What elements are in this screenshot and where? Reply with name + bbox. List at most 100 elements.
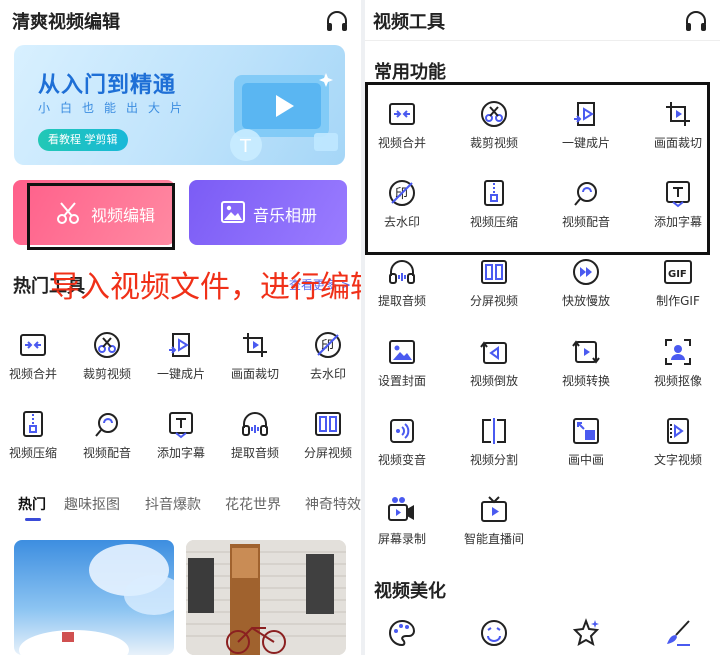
one-click-icon: [169, 333, 190, 357]
watermark-icon: 印: [315, 332, 341, 358]
voice-change-icon: [390, 419, 414, 443]
tool-label: 智能直播间: [463, 532, 524, 546]
text-video-icon: [667, 418, 689, 444]
hot-tool-scissors[interactable]: 裁剪视频: [67, 330, 147, 382]
hot-tool-merge[interactable]: 视频合并: [0, 330, 73, 382]
app-title: 清爽视频编辑: [12, 12, 120, 33]
left-top-bar: 清爽视频编辑: [0, 0, 361, 40]
tool-label: 视频转换: [561, 374, 610, 388]
tab-douyin-hits[interactable]: 抖音爆款: [145, 494, 201, 514]
face-icon[interactable]: [479, 618, 509, 648]
hot-tool-watermark[interactable]: 印去水印: [288, 330, 361, 382]
hot-tool-dub[interactable]: 视频配音: [67, 409, 147, 461]
video-beauty-title: 视频美化: [374, 581, 446, 602]
tab-hot[interactable]: 热门: [18, 494, 46, 514]
common-tool-record[interactable]: 屏幕录制: [365, 495, 442, 547]
common-functions-title: 常用功能: [374, 62, 446, 83]
active-tab-indicator: [25, 518, 41, 521]
annotation-text: 导入视频文件，进行编辑: [50, 270, 361, 305]
hot-tool-headphone[interactable]: 提取音频: [215, 409, 295, 461]
common-tool-voice-change[interactable]: 视频变音: [365, 416, 442, 468]
compress-icon: [23, 411, 43, 437]
tool-label: 视频倒放: [469, 374, 518, 388]
tool-label: 添加字幕: [156, 446, 205, 460]
split-screen-icon: [315, 412, 341, 436]
reverse-icon: [480, 341, 507, 364]
common-tool-portrait[interactable]: 视频抠像: [638, 337, 718, 389]
banner-button[interactable]: 看教程 学剪辑: [38, 129, 128, 151]
tool-label: 视频变音: [377, 453, 426, 467]
tv-icon: [481, 496, 507, 522]
image-icon: [221, 201, 245, 223]
gif-icon: GIF: [664, 260, 692, 284]
hot-tool-subtitle[interactable]: 添加字幕: [141, 409, 221, 461]
hot-tool-split-screen[interactable]: 分屏视频: [288, 409, 361, 461]
sparkle-star-icon[interactable]: [571, 618, 601, 648]
tools-page-title: 视频工具: [373, 12, 445, 33]
common-tool-gif[interactable]: GIF 制作GIF: [638, 257, 718, 309]
template-thumbnail-house[interactable]: [186, 540, 346, 655]
common-tool-speed[interactable]: 快放慢放: [546, 257, 626, 309]
subtitle-icon: [169, 412, 193, 439]
common-tool-convert[interactable]: 视频转换: [546, 337, 626, 389]
common-tool-split-screen[interactable]: 分屏视频: [454, 257, 534, 309]
common-tool-text-video[interactable]: 文字视频: [638, 416, 718, 468]
common-tool-reverse[interactable]: 视频倒放: [454, 337, 534, 389]
common-tool-split[interactable]: 视频分割: [454, 416, 534, 468]
music-album-label: 音乐相册: [253, 206, 318, 225]
palette-icon[interactable]: [387, 618, 417, 648]
svg-text:T: T: [239, 136, 252, 157]
split-icon: [482, 418, 506, 444]
tool-label: 视频配音: [82, 446, 131, 460]
convert-icon: [572, 340, 600, 364]
sky-image: [19, 544, 174, 655]
tool-label: 文字视频: [653, 453, 702, 467]
headphone-icon: [389, 260, 415, 284]
tab-flower-world[interactable]: 花花世界: [225, 494, 281, 514]
tool-label: 画面裁切: [230, 367, 279, 381]
tutorial-banner[interactable]: 从入门到精通 小白也能出大片 看教程 学剪辑 T: [14, 45, 345, 165]
music-album-card[interactable]: 音乐相册: [189, 180, 347, 245]
video-player-illustration: T: [230, 73, 338, 161]
tab-magic-effects[interactable]: 神奇特效: [305, 494, 361, 514]
tool-label: 提取音频: [230, 446, 279, 460]
tool-label: 分屏视频: [469, 294, 518, 308]
right-top-bar: 视频工具: [365, 0, 720, 40]
merge-icon: [20, 334, 46, 356]
dub-icon: [95, 413, 118, 437]
brush-icon[interactable]: [663, 618, 693, 648]
record-icon: [388, 497, 414, 521]
pip-icon: [573, 418, 599, 444]
tab-fun-cutout[interactable]: 趣味抠图: [64, 494, 120, 514]
annotation-box-common: [365, 82, 710, 255]
right-panel: 视频工具 常用功能 视频合并裁剪视频一键成片画面裁切印去水印视频压缩视频配音添加…: [365, 0, 720, 655]
tool-label: 视频抠像: [653, 374, 702, 388]
split-screen-icon: [481, 260, 507, 284]
tool-label: 视频合并: [8, 367, 57, 381]
tool-label: 视频分割: [469, 453, 518, 467]
common-tool-tv[interactable]: 智能直播间: [454, 495, 534, 547]
common-tool-pip[interactable]: 画中画: [546, 416, 626, 468]
common-tool-headphone[interactable]: 提取音频: [365, 257, 442, 309]
annotation-box-edit: [27, 183, 175, 250]
headphone-icon[interactable]: [325, 10, 349, 32]
crop-icon: [243, 333, 267, 357]
category-tabs: 热门 趣味抠图 抖音爆款 花花世界 神奇特效: [0, 488, 361, 521]
headphone-icon: [242, 412, 268, 436]
cover-icon: [389, 340, 415, 364]
tool-label: 画中画: [567, 453, 604, 467]
headphone-icon[interactable]: [684, 10, 708, 32]
house-image: [186, 540, 346, 655]
common-tool-cover[interactable]: 设置封面: [365, 337, 442, 389]
scissors-icon: [94, 332, 120, 358]
hot-tool-one-click[interactable]: 一键成片: [141, 330, 221, 382]
portrait-icon: [665, 339, 691, 365]
tool-label: 屏幕录制: [377, 532, 426, 546]
hot-tool-crop[interactable]: 画面裁切: [215, 330, 295, 382]
svg-text:GIF: GIF: [668, 269, 687, 280]
speed-icon: [573, 259, 599, 285]
banner-title: 从入门到精通: [38, 73, 177, 98]
header-divider: [365, 40, 720, 41]
template-thumbnail-sky[interactable]: [14, 540, 174, 655]
hot-tool-compress[interactable]: 视频压缩: [0, 409, 73, 461]
